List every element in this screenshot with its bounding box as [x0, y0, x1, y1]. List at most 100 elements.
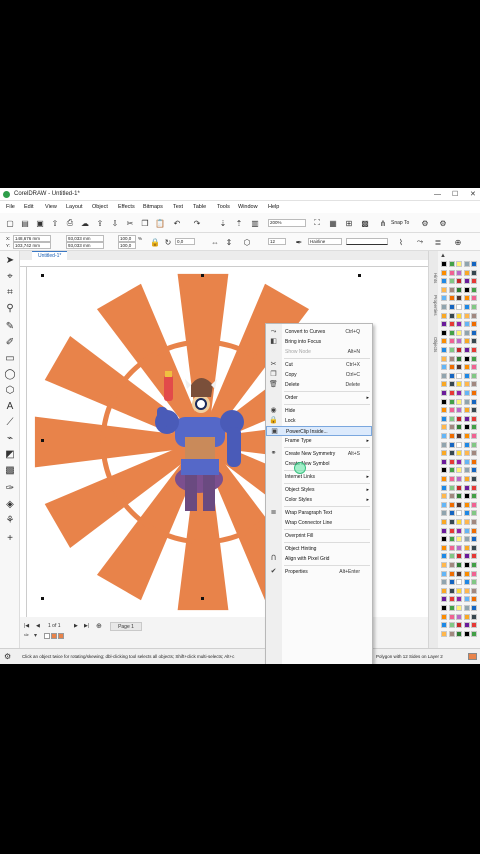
palette-swatch[interactable] — [463, 527, 470, 534]
shadow-tool-icon[interactable]: ◩ — [4, 449, 16, 461]
rotate-icon[interactable]: ↻ — [163, 237, 173, 247]
palette-swatch[interactable] — [471, 304, 477, 310]
last-page-icon[interactable]: ▶| — [84, 623, 89, 629]
palette-swatch[interactable] — [441, 355, 447, 362]
palette-swatch[interactable] — [441, 458, 447, 465]
docker-hints[interactable]: Hints — [430, 273, 438, 283]
palette-swatch[interactable] — [463, 390, 470, 396]
palette-swatch[interactable] — [456, 467, 462, 474]
palette-swatch[interactable] — [463, 553, 470, 560]
palette-swatch[interactable] — [463, 355, 470, 362]
palette-swatch[interactable] — [448, 278, 455, 285]
angle-field[interactable]: 0,0 — [175, 238, 195, 245]
width-field[interactable]: 93,033 mm — [66, 235, 104, 242]
scale-y-field[interactable]: 100,0 — [118, 242, 136, 249]
palette-swatch[interactable] — [471, 312, 477, 319]
palette-swatch[interactable] — [441, 450, 447, 457]
palette-swatch[interactable] — [441, 622, 447, 629]
palette-swatch[interactable] — [456, 519, 462, 525]
palette-swatch[interactable] — [463, 544, 470, 551]
menu-bitmaps[interactable]: Bitmaps — [143, 204, 163, 210]
palette-swatch[interactable] — [463, 510, 470, 517]
polygon-tool-icon[interactable]: ⬡ — [4, 385, 16, 397]
menu-item-wrap-connector-line[interactable]: Wrap Connector Line — [266, 518, 372, 528]
palette-swatch[interactable] — [463, 467, 470, 474]
palette-swatch[interactable] — [463, 501, 470, 508]
palette-menu-icon[interactable]: ▾ — [34, 632, 37, 639]
y-field[interactable]: 103,742 mm — [13, 242, 51, 249]
palette-swatch[interactable] — [471, 476, 477, 482]
palette-swatch[interactable] — [456, 536, 462, 543]
publish-icon[interactable]: ⇪ — [95, 218, 105, 228]
palette-swatch[interactable] — [471, 510, 477, 517]
palette-swatch[interactable] — [471, 321, 477, 328]
palette-swatch[interactable] — [463, 364, 470, 371]
palette-swatch[interactable] — [456, 579, 462, 586]
palette-swatch[interactable] — [448, 269, 455, 276]
palette-swatch[interactable] — [448, 536, 455, 543]
palette-swatch[interactable] — [441, 613, 447, 620]
paste-icon[interactable]: 📋 — [155, 218, 165, 228]
menu-help[interactable]: Help — [268, 204, 279, 210]
rulers-icon[interactable]: ▦ — [328, 218, 338, 228]
prev-page-icon[interactable]: ◀ — [36, 623, 40, 629]
mirror-v-icon[interactable]: ⇕ — [224, 237, 234, 247]
palette-swatch[interactable] — [441, 536, 447, 543]
palette-swatch[interactable] — [448, 347, 455, 353]
palette-swatch[interactable] — [471, 467, 477, 474]
palette-swatch[interactable] — [463, 622, 470, 629]
palette-swatch[interactable] — [471, 261, 477, 267]
shape-tool-icon[interactable]: ⌖ — [4, 271, 16, 283]
open-icon[interactable]: ▤ — [20, 218, 30, 228]
palette-swatch[interactable] — [471, 364, 477, 371]
menu-effects[interactable]: Effects — [118, 204, 135, 210]
palette-swatch[interactable] — [441, 510, 447, 517]
palette-swatch[interactable] — [441, 519, 447, 525]
palette-swatch[interactable] — [471, 450, 477, 457]
line-tool-icon[interactable]: ⟋ — [4, 417, 16, 429]
transparency-tool-icon[interactable]: ▩ — [4, 465, 16, 477]
smart-fill-tool-icon[interactable]: ⚘ — [4, 515, 16, 527]
palette-swatch[interactable] — [448, 579, 455, 586]
undo-icon[interactable]: ↶ — [172, 218, 182, 228]
palette-swatch[interactable] — [456, 355, 462, 362]
menu-item-bring-into-focus[interactable]: ◧ Bring into Focus — [266, 337, 372, 347]
palette-swatch[interactable] — [456, 622, 462, 629]
next-page-icon[interactable]: ▶ — [74, 623, 78, 629]
menu-tools[interactable]: Tools — [217, 204, 230, 210]
palette-swatch[interactable] — [463, 476, 470, 482]
palette-swatch[interactable] — [441, 605, 447, 611]
palette-swatch[interactable] — [448, 630, 455, 637]
palette-swatch[interactable] — [463, 407, 470, 414]
palette-swatch[interactable] — [441, 493, 447, 500]
palette-swatch[interactable] — [456, 269, 462, 276]
palette-swatch[interactable] — [463, 562, 470, 568]
palette-swatch[interactable] — [463, 338, 470, 345]
palette-swatch[interactable] — [471, 605, 477, 611]
palette-swatch[interactable] — [471, 441, 477, 448]
palette-swatch[interactable] — [463, 424, 470, 431]
break-apart-icon[interactable]: ⌇ — [396, 237, 406, 247]
palette-swatch[interactable] — [448, 433, 455, 439]
menu-item-overprint-fill[interactable]: Overprint Fill — [266, 531, 372, 541]
palette-swatch[interactable] — [471, 536, 477, 543]
palette-swatch[interactable] — [456, 441, 462, 448]
full-screen-icon[interactable]: ⛶ — [312, 218, 322, 228]
palette-swatch[interactable] — [471, 519, 477, 525]
palette-swatch[interactable] — [471, 622, 477, 629]
palette-swatch[interactable] — [441, 415, 447, 422]
palette-swatch[interactable] — [448, 544, 455, 551]
palette-swatch[interactable] — [456, 278, 462, 285]
ellipse-tool-icon[interactable]: ◯ — [4, 369, 16, 381]
palette-swatch[interactable] — [441, 570, 447, 577]
print-icon[interactable]: ⎙ — [65, 218, 75, 228]
menu-item-object-styles[interactable]: Object Styles ▸ — [266, 485, 372, 495]
palette-swatch[interactable] — [441, 553, 447, 560]
palette-swatch[interactable] — [471, 544, 477, 551]
palette-swatch[interactable] — [463, 398, 470, 405]
palette-swatch[interactable] — [471, 295, 477, 302]
minimize-button[interactable]: — — [434, 188, 441, 201]
palette-swatch[interactable] — [456, 372, 462, 379]
palette-swatch[interactable] — [463, 278, 470, 285]
outline-style-select[interactable] — [346, 238, 388, 245]
